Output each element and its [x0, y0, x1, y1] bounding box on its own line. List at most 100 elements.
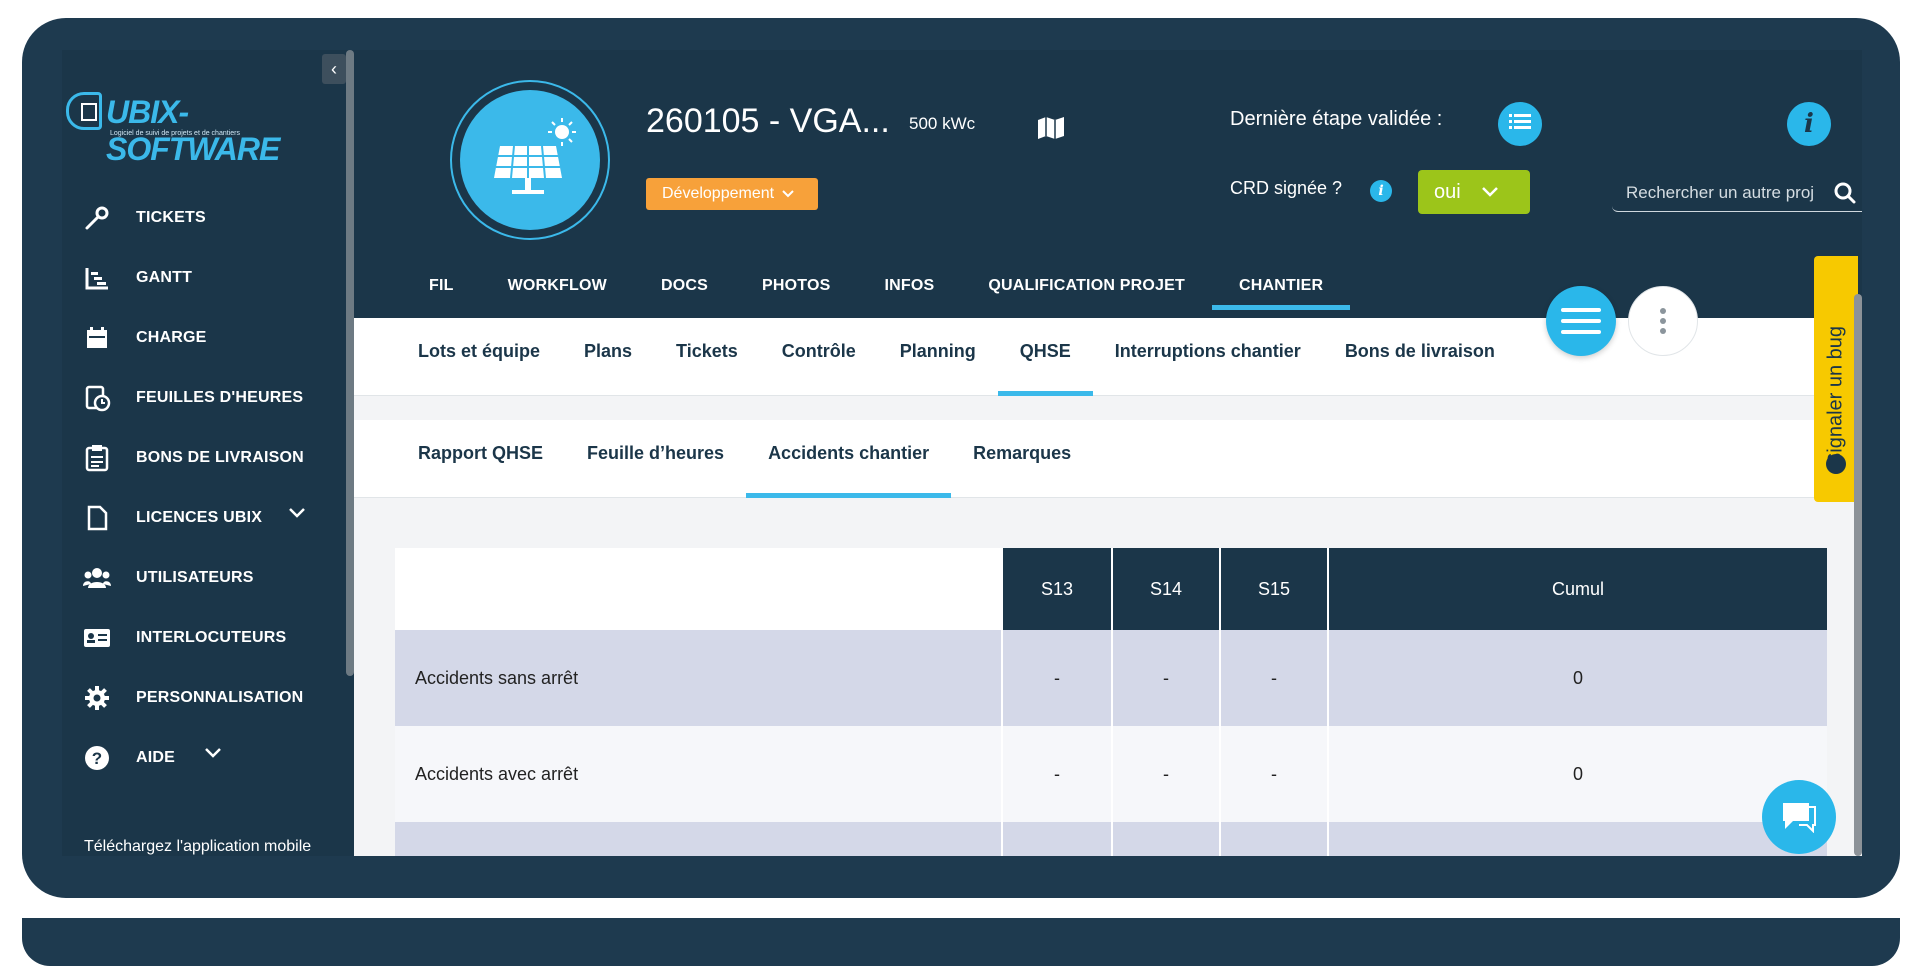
project-info-button[interactable]: i [1787, 102, 1831, 146]
main-tabs: FIL WORKFLOW DOCS PHOTOS INFOS QUALIFICA… [402, 268, 1351, 318]
tab-fil[interactable]: FIL [402, 268, 481, 318]
project-header: 260105 - VGA... 500 kWc Développement De… [354, 50, 1862, 318]
project-status-dropdown[interactable]: Développement [646, 178, 818, 210]
table-header-row: S13 S14 S15 Cumul [395, 548, 1827, 630]
table-cell: - [1221, 726, 1329, 822]
subtab-planning[interactable]: Planning [878, 318, 998, 396]
more-options-button[interactable] [1628, 286, 1698, 356]
dot [1660, 308, 1666, 314]
table-cell: - [1003, 630, 1113, 726]
timesheet-icon [82, 383, 112, 413]
sidebar-item-label: TICKETS [136, 209, 206, 226]
table-header-cell: Cumul [1329, 548, 1827, 630]
table-header-cell: S13 [1003, 548, 1113, 630]
accidents-table: S13 S14 S15 Cumul Accidents sans arrêt -… [395, 548, 1827, 856]
sidebar-item-licences[interactable]: LICENCES UBIX [82, 488, 342, 548]
project-power: 500 kWc [909, 114, 976, 133]
tab-photos[interactable]: PHOTOS [735, 268, 857, 318]
info-icon[interactable]: i [1370, 180, 1392, 202]
subtab-plans[interactable]: Plans [562, 318, 654, 396]
map-icon[interactable] [1037, 116, 1065, 145]
sidebar-item-label: BONS DE LIVRAISON [136, 449, 304, 466]
subtab-interruptions-chantier[interactable]: Interruptions chantier [1093, 318, 1323, 396]
last-step-list-button[interactable] [1498, 102, 1542, 146]
tab-workflow[interactable]: WORKFLOW [481, 268, 634, 318]
hamburger-menu-button[interactable] [1546, 286, 1616, 356]
sidebar-item-label: LICENCES UBIX [136, 509, 263, 526]
subtab-rapport-qhse[interactable]: Rapport QHSE [396, 420, 565, 498]
table-row: Accidents sans arrêt - - - 0 [395, 630, 1827, 726]
tab-infos[interactable]: INFOS [857, 268, 961, 318]
project-status-value: Développement [662, 185, 775, 202]
table-cell [1113, 822, 1221, 856]
table-header-cell: S14 [1113, 548, 1221, 630]
sidebar-item-interlocuteurs[interactable]: INTERLOCUTEURS [82, 608, 342, 668]
content-scrollbar[interactable] [1854, 294, 1862, 856]
subtab-bons-livraison[interactable]: Bons de livraison [1323, 318, 1517, 396]
document-icon [82, 503, 112, 533]
sidebar-item-feuilles-heures[interactable]: FEUILLES D'HEURES [82, 368, 342, 428]
sidebar-item-label: INTERLOCUTEURS [136, 629, 287, 646]
crd-signed-value: oui [1434, 180, 1461, 203]
hamburger-line [1561, 330, 1601, 334]
sidebar-item-aide[interactable]: ? AIDE [82, 728, 342, 788]
sidebar-item-label: AIDE [136, 749, 176, 766]
row-label: Accidents sans arrêt [395, 630, 1003, 726]
table-row [395, 822, 1827, 856]
sidebar: ‹ UBIX-SOFTWARE Logiciel de suivi de pro… [62, 50, 354, 856]
table-cell: - [1221, 630, 1329, 726]
qhse-subtab-bar: Rapport QHSE Feuille d’heures Accidents … [396, 420, 1093, 498]
last-step-label: Dernière étape validée : [1230, 108, 1443, 130]
sidebar-item-gantt[interactable]: GANTT [82, 248, 342, 308]
sidebar-scrollbar[interactable] [346, 50, 354, 676]
speech-bubble-icon [1826, 454, 1846, 474]
report-bug-tab[interactable]: Signaler un bug [1814, 256, 1858, 502]
chevron-down-icon[interactable] [204, 746, 222, 764]
project-search-input[interactable] [1626, 180, 1826, 206]
contact-card-icon [82, 623, 112, 653]
list-icon [1509, 113, 1531, 136]
logo[interactable]: UBIX-SOFTWARE Logiciel de suivi de proje… [66, 90, 326, 167]
hamburger-line [1561, 308, 1601, 312]
project-search [1612, 176, 1862, 212]
subtab-controle[interactable]: Contrôle [760, 318, 878, 396]
mobile-app-download-link[interactable]: Téléchargez l'application mobile [84, 838, 311, 856]
subtab-qhse[interactable]: QHSE [997, 318, 1093, 396]
crd-label: CRD signée ? [1230, 178, 1343, 198]
chevron-down-icon [782, 187, 794, 201]
sidebar-collapse-button[interactable]: ‹ [322, 54, 346, 84]
tab-docs[interactable]: DOCS [634, 268, 735, 318]
table-header-cell: S15 [1221, 548, 1329, 630]
subtab-lots-equipe[interactable]: Lots et équipe [396, 318, 562, 396]
tab-qualification-projet[interactable]: QUALIFICATION PROJET [961, 268, 1212, 318]
sidebar-item-utilisateurs[interactable]: UTILISATEURS [82, 548, 342, 608]
wrench-icon [82, 203, 112, 233]
sidebar-item-charge[interactable]: CHARGE [82, 308, 342, 368]
crd-signed-dropdown[interactable]: oui [1418, 170, 1530, 214]
chevron-down-icon[interactable] [288, 506, 306, 524]
solar-panel-icon [460, 90, 600, 230]
app-screen: ‹ UBIX-SOFTWARE Logiciel de suivi de pro… [62, 50, 1862, 856]
chat-icon [1779, 797, 1819, 838]
table-cell [1221, 822, 1329, 856]
sidebar-item-tickets[interactable]: TICKETS [82, 188, 342, 248]
subtab-accidents-chantier[interactable]: Accidents chantier [746, 420, 952, 498]
subtab-feuille-heures[interactable]: Feuille d’heures [565, 420, 746, 498]
sidebar-item-personnalisation[interactable]: PERSONNALISATION [82, 668, 342, 728]
sidebar-item-label: UTILISATEURS [136, 569, 254, 586]
table-cell-cumul: 0 [1329, 630, 1827, 726]
sidebar-item-label: GANTT [136, 269, 193, 286]
dot [1660, 318, 1666, 324]
chat-button[interactable] [1762, 780, 1836, 854]
hamburger-line [1561, 319, 1601, 323]
table-row: Accidents avec arrêt - - - 0 [395, 726, 1827, 822]
row-label: Accidents avec arrêt [395, 726, 1003, 822]
calendar-icon [82, 323, 112, 353]
sidebar-item-bons-livraison[interactable]: BONS DE LIVRAISON [82, 428, 342, 488]
sidebar-nav: TICKETS GANTT CHARGE FEUILLES D'HEURES B… [82, 188, 342, 788]
search-icon[interactable] [1834, 182, 1856, 209]
laptop-base [22, 918, 1900, 966]
subtab-tickets[interactable]: Tickets [654, 318, 760, 396]
tab-chantier[interactable]: CHANTIER [1211, 268, 1351, 318]
subtab-remarques[interactable]: Remarques [951, 420, 1093, 498]
